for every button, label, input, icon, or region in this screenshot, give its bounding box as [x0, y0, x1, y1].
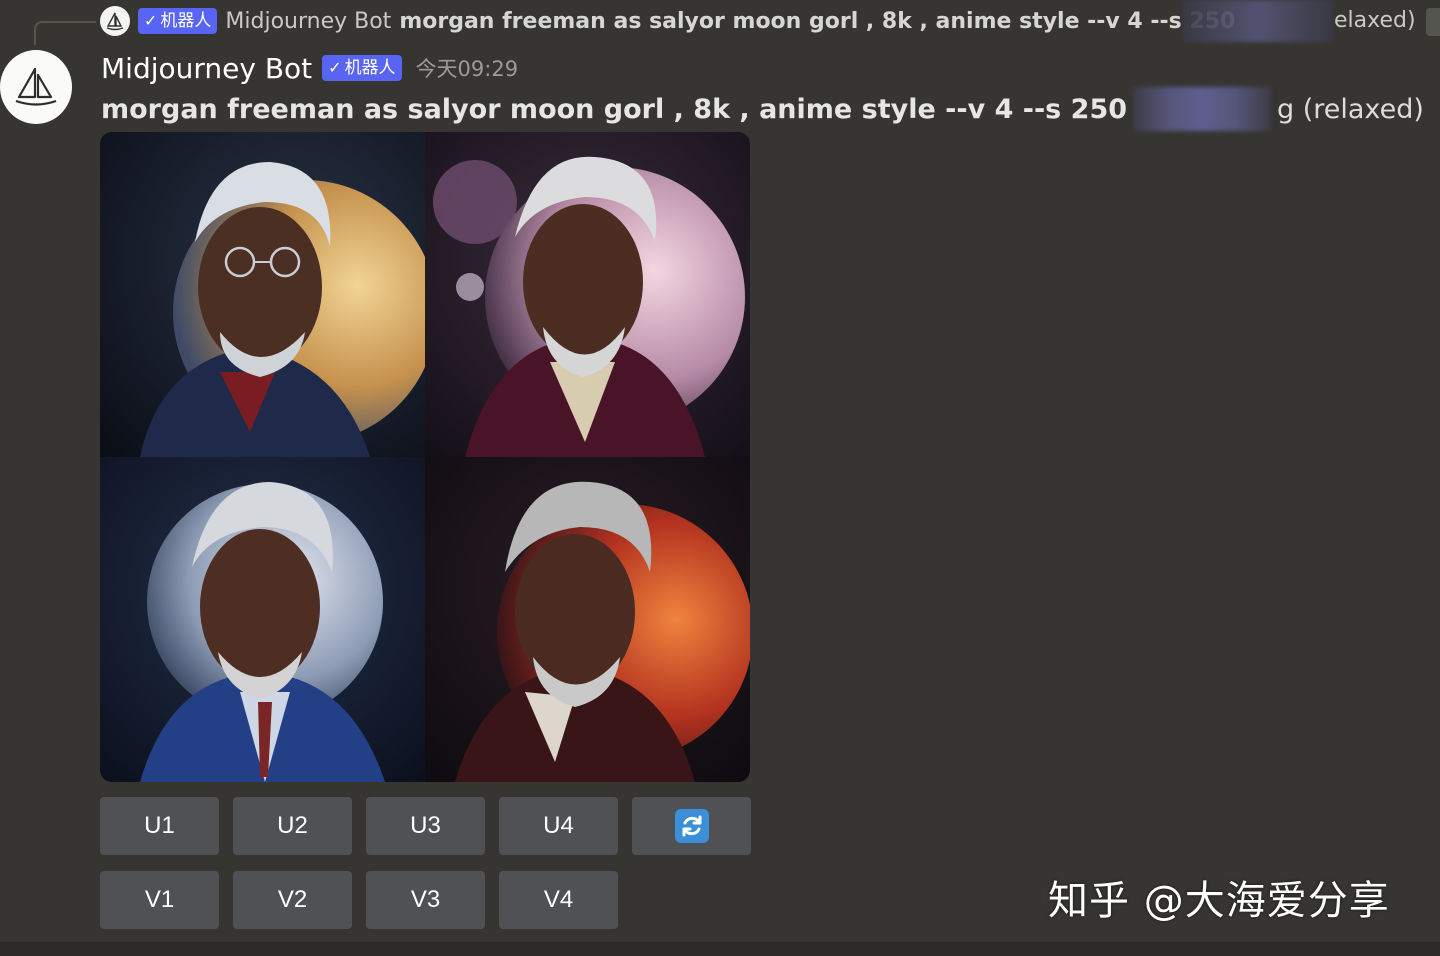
sailboat-icon — [15, 67, 57, 106]
redacted-area — [1133, 87, 1272, 131]
reply-spine — [34, 21, 96, 45]
variation-button-row: V1 V2 V3 V4 — [100, 871, 618, 929]
zhihu-watermark: 知乎 @大海爱分享 — [1048, 878, 1390, 924]
u3-button[interactable]: U3 — [366, 797, 485, 855]
grid-image-2[interactable] — [425, 132, 750, 457]
bot-avatar[interactable] — [0, 50, 72, 124]
v1-button[interactable]: V1 — [100, 871, 219, 929]
bot-tag: ✓ 机器人 — [322, 55, 402, 81]
u2-button[interactable]: U2 — [233, 797, 352, 855]
reply-text[interactable]: morgan freeman as salyor moon gorl , 8k … — [399, 9, 1235, 34]
reply-tail-text: elaxed) — [1334, 8, 1416, 33]
grid-image-1[interactable] — [100, 132, 425, 457]
upscale-button-row: U1 U2 U3 U4 — [100, 797, 751, 855]
reply-bot-tag-label: 机器人 — [160, 11, 212, 31]
refresh-icon — [674, 809, 709, 843]
check-icon: ✓ — [144, 11, 158, 30]
v2-button[interactable]: V2 — [233, 871, 352, 929]
reply-author[interactable]: Midjourney Bot — [225, 9, 391, 34]
message-content: morgan freeman as salyor moon gorl , 8k … — [101, 87, 1424, 131]
grid-image-4[interactable] — [425, 457, 750, 782]
grid-image-3[interactable] — [100, 457, 425, 782]
v4-button[interactable]: V4 — [499, 871, 618, 929]
check-icon: ✓ — [328, 58, 342, 77]
reroll-button[interactable] — [632, 797, 751, 855]
reply-bot-tag: ✓ 机器人 — [138, 8, 218, 34]
u4-button[interactable]: U4 — [499, 797, 618, 855]
relaxed-mode-text: g (relaxed) — [1277, 93, 1424, 125]
redacted-area — [1183, 0, 1333, 42]
bottom-edge — [0, 942, 1440, 956]
prompt-text: morgan freeman as salyor moon gorl , 8k … — [101, 93, 1128, 125]
timestamp[interactable]: 今天09:29 — [416, 53, 519, 83]
image-grid[interactable] — [100, 132, 750, 782]
reply-avatar[interactable] — [100, 6, 130, 36]
bot-tag-label: 机器人 — [344, 58, 396, 78]
v3-button[interactable]: V3 — [366, 871, 485, 929]
reply-tail-overflow — [1426, 8, 1440, 36]
author-name[interactable]: Midjourney Bot — [101, 52, 312, 85]
reply-preview[interactable]: ✓ 机器人 Midjourney Bot morgan freeman as s… — [138, 6, 1235, 36]
u1-button[interactable]: U1 — [100, 797, 219, 855]
sailboat-icon — [106, 12, 124, 31]
message-header: Midjourney Bot ✓ 机器人 今天09:29 — [101, 48, 518, 88]
